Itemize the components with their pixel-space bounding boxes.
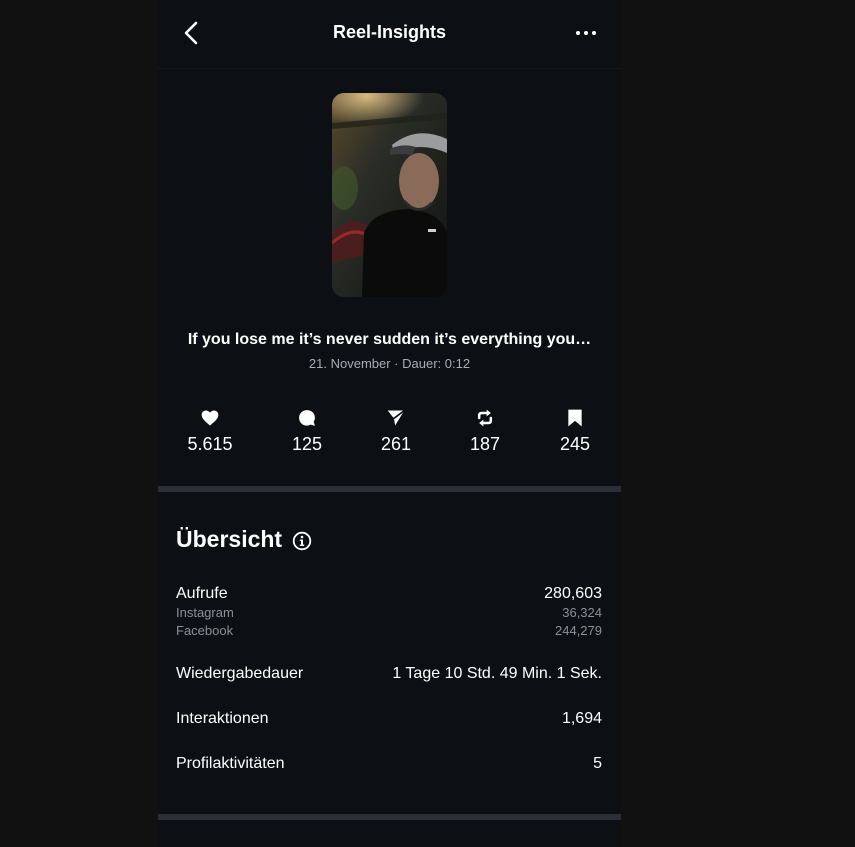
overview-title: Übersicht [176,526,283,552]
saves-count: 245 [559,434,591,454]
reposts-stat: 187 [445,408,525,455]
views-value: 280,603 [544,585,602,602]
reel-thumbnail[interactable] [332,93,447,297]
more-options-button[interactable] [573,22,599,44]
views-label: Aufrufe [176,585,228,602]
views-facebook-label: Facebook [176,623,234,638]
comments-stat: 125 [267,408,347,455]
engagement-stats: 5.615 125 261 187 245 [158,408,621,458]
heart-icon [201,410,219,426]
profile-activity-label: Profilaktivitäten [176,755,285,772]
reel-meta: 21. November · Dauer: 0:12 [308,356,471,371]
views-instagram-value: 36,324 [562,605,602,620]
comments-count: 125 [291,434,323,454]
page-title: Reel-Insights [332,22,447,42]
more-horizontal-icon [576,31,596,35]
comment-icon [299,410,315,426]
reel-caption: If you lose me it’s never sudden it’s ev… [187,331,592,348]
profile-activity-value: 5 [593,755,602,772]
section-divider-bottom [158,814,621,820]
likes-stat: 5.615 [170,408,250,455]
watch-time-label: Wiedergabedauer [176,665,304,682]
shares-count: 261 [380,434,412,454]
section-divider [158,486,621,492]
saves-stat: 245 [535,408,615,455]
shares-stat: 261 [356,408,436,455]
bookmark-icon [568,409,582,427]
send-icon [387,409,405,426]
reel-insights-screen: Reel-Insights If you lose me it’s never … [158,0,621,847]
likes-count: 5.615 [187,434,233,454]
repost-icon [477,409,493,427]
info-icon [292,531,312,551]
reposts-count: 187 [469,434,501,454]
info-button[interactable] [292,531,312,551]
watch-time-value: 1 Tage 10 Std. 49 Min. 1 Sek. [392,665,602,682]
interactions-label: Interaktionen [176,710,269,727]
interactions-value: 1,694 [561,710,602,727]
views-instagram-label: Instagram [176,605,234,620]
top-bar: Reel-Insights [158,0,621,69]
views-facebook-value: 244,279 [555,623,602,638]
